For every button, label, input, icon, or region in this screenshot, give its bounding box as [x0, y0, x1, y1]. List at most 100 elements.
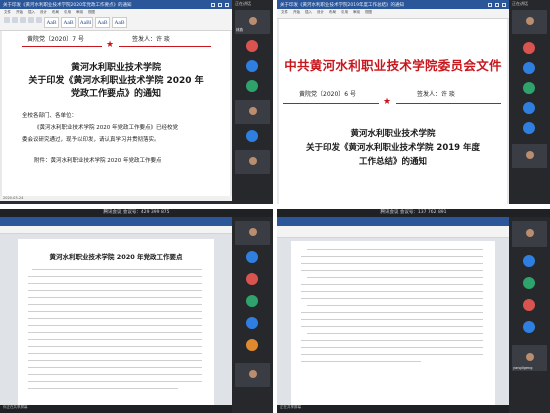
document-area: 中共黄河水利职业技术学院委员会文件 黄院党〔2020〕6 号 签发人：许 琰 ★… [277, 19, 509, 204]
participants-panel: 正在讲话 林燕 [232, 0, 273, 204]
style-preset[interactable]: AaB [44, 17, 59, 28]
doc-org: 黄河水利职业技术学院 [70, 63, 161, 73]
red-rule-left [22, 46, 102, 47]
document-page[interactable]: 黄院党〔2020〕7 号 签发人：许 琰 ★ 黄河水利职业技术学院 关于印发《黄… [2, 31, 230, 196]
participant-tile[interactable]: yangligeng [512, 345, 547, 371]
participant-tile[interactable] [235, 221, 270, 245]
participant-name: yangligeng [513, 366, 533, 370]
participant-avatar[interactable] [246, 130, 258, 142]
style-preset[interactable]: AaB [61, 17, 76, 28]
body-line-1: 《黄河水利职业技术学院 2020 年党政工作要点》已经校党 [34, 125, 178, 131]
maximize-icon[interactable] [218, 2, 222, 7]
word-titlebar [0, 217, 232, 226]
doc-org: 黄河水利职业技术学院 [350, 129, 436, 139]
close-icon[interactable] [225, 2, 229, 7]
participant-avatar[interactable] [523, 102, 535, 114]
participant-avatar[interactable] [246, 295, 258, 307]
participant-tile[interactable] [512, 10, 547, 34]
doc-subject-2: 工作总结》的通知 [358, 157, 427, 167]
participant-avatar[interactable] [246, 40, 258, 52]
document-area: 黄院党〔2020〕7 号 签发人：许 琰 ★ 黄河水利职业技术学院 关于印发《黄… [0, 31, 232, 196]
word-titlebar: 关于印发《黄河水利职业技术学院2020年党政工作要点》的通知 [0, 0, 232, 9]
maximize-icon[interactable] [495, 2, 499, 7]
participant-avatar[interactable] [523, 277, 535, 289]
meeting-view-top-left: 关于印发《黄河水利职业技术学院2020年党政工作要点》的通知 文件 开始 插入 设计布… [0, 0, 273, 204]
participant-avatar[interactable] [523, 42, 535, 54]
signer: 签发人：许 琰 [132, 36, 170, 43]
document-page[interactable]: 黄河水利职业技术学院 2020 年党政工作要点 [18, 239, 214, 405]
participant-tile[interactable]: 林燕 [235, 10, 270, 34]
doc-subject-1: 关于印发《黄河水利职业技术学院 2020 年 [28, 76, 204, 86]
meeting-view-bottom-left: 腾讯会议 会议号：429 399 875 黄河水利职业技术学院 2020 年党政… [0, 209, 273, 413]
shared-screen: 黄河水利职业技术学院 2020 年党政工作要点 [0, 217, 232, 405]
word-ribbon: 文件 开始 插入 设计 布局 引用 审阅 视图 [277, 9, 509, 19]
red-header: 中共黄河水利职业技术学院委员会文件 [284, 58, 502, 73]
share-status: 正在共享屏幕 [277, 405, 509, 410]
participant-tile[interactable] [235, 100, 270, 124]
participant-avatar[interactable] [246, 60, 258, 72]
clock: 2020-03-24 [3, 196, 24, 200]
doc-number: 黄院党〔2020〕7 号 [27, 36, 84, 43]
participant-avatar[interactable] [246, 251, 258, 263]
body-line-2: 委会议研究通过，现予以印发，请认真学习并贯彻落实。 [22, 137, 160, 143]
participants-panel [232, 217, 273, 413]
meeting-bar: 腾讯会议 会议号：429 399 875 [0, 209, 273, 217]
participants-panel: 正在讲话 [509, 0, 550, 204]
doc-number: 黄院党〔2020〕6 号 [299, 91, 356, 98]
font-icon[interactable] [12, 17, 18, 23]
word-ribbon [277, 226, 509, 238]
attachment: 附件：黄河水利职业技术学院 2020 年党政工作要点 [34, 158, 162, 164]
red-star-icon: ★ [383, 97, 392, 107]
close-icon[interactable] [502, 2, 506, 7]
participant-avatar[interactable] [523, 255, 535, 267]
speaking-label: 正在讲话 [512, 1, 528, 6]
paste-icon[interactable] [4, 17, 10, 23]
italic-icon[interactable] [28, 17, 34, 23]
greeting: 全校各部门、各单位： [22, 113, 78, 119]
participant-avatar[interactable] [246, 80, 258, 92]
style-preset[interactable]: AaB [95, 17, 110, 28]
share-status: 你正在共享屏幕 [0, 405, 232, 410]
document-page[interactable] [291, 241, 495, 405]
signer: 签发人：许 琰 [417, 91, 455, 98]
participant-avatar[interactable] [246, 317, 258, 329]
participant-tile[interactable] [235, 150, 270, 174]
style-preset[interactable]: AaB [112, 17, 127, 28]
style-preset[interactable]: AaBl [78, 17, 93, 28]
bold-icon[interactable] [20, 17, 26, 23]
minimize-icon[interactable] [211, 2, 215, 7]
shared-screen [277, 217, 509, 405]
window-title: 关于印发《黄河水利职业技术学院2020年党政工作要点》的通知 [3, 2, 132, 8]
word-titlebar: 关于印发《黄河水利职业技术学院2019年度工作总结》的通知 [277, 0, 509, 9]
taskbar: 2020-03-24 [0, 196, 232, 201]
participant-avatar[interactable] [523, 82, 535, 94]
red-star-icon: ★ [106, 40, 115, 50]
participant-avatar[interactable] [523, 321, 535, 333]
participant-avatar[interactable] [246, 273, 258, 285]
red-rule-left [283, 103, 379, 104]
minimize-icon[interactable] [488, 2, 492, 7]
participant-avatar[interactable] [523, 299, 535, 311]
doc-subject-1: 关于印发《黄河水利职业技术学院 2019 年度 [305, 143, 481, 153]
document-page[interactable]: 中共黄河水利职业技术学院委员会文件 黄院党〔2020〕6 号 签发人：许 琰 ★… [279, 19, 507, 204]
participant-avatar[interactable] [523, 62, 535, 74]
meeting-view-bottom-right: 腾讯会议 会议号：137 762 891 正在共享屏幕 yangligeng [277, 209, 550, 413]
red-rule-right [119, 46, 211, 47]
speaking-label: 正在讲话 [235, 1, 251, 6]
participants-panel: yangligeng [509, 217, 550, 413]
window-title: 关于印发《黄河水利职业技术学院2019年度工作总结》的通知 [280, 2, 404, 8]
participant-avatar[interactable] [246, 339, 258, 351]
red-rule-right [396, 103, 501, 104]
participant-avatar[interactable] [523, 122, 535, 134]
meeting-bar: 腾讯会议 会议号：137 762 891 [277, 209, 550, 217]
doc-title: 黄河水利职业技术学院 2020 年党政工作要点 [49, 253, 183, 261]
participant-tile[interactable] [512, 144, 547, 168]
doc-subject-2: 党政工作要点》的通知 [70, 89, 161, 99]
meeting-view-top-right: 关于印发《黄河水利职业技术学院2019年度工作总结》的通知 文件 开始 插入 设计 布局… [277, 0, 550, 204]
word-titlebar [277, 217, 509, 226]
participant-tile[interactable] [235, 363, 270, 387]
align-icon[interactable] [36, 17, 42, 23]
participant-tile[interactable] [512, 221, 547, 247]
word-ribbon: 文件 开始 插入 设计 布局 引用 审阅 视图 AaB AaB AaBl AaB AaB [0, 9, 232, 31]
word-ribbon [0, 226, 232, 234]
